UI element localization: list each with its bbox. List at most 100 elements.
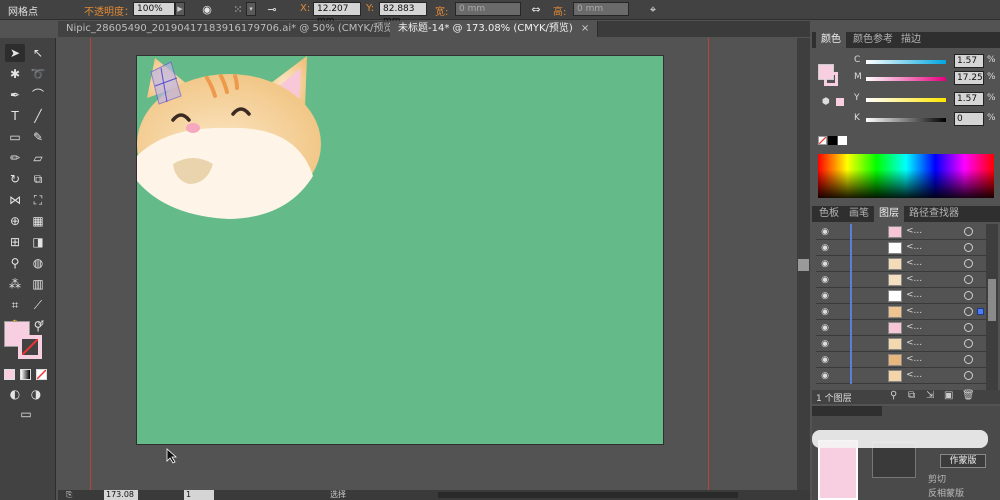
target-circle-icon[interactable] [964, 355, 973, 364]
slider-track[interactable] [866, 60, 946, 64]
layer-name[interactable]: <... [906, 322, 922, 332]
channel-value[interactable]: 1.57 [954, 54, 984, 68]
layer-name[interactable]: <... [906, 226, 922, 236]
artboard-tool-icon[interactable]: ⌗ [5, 296, 25, 314]
page-field[interactable]: 1 [184, 490, 214, 500]
slider-track[interactable] [866, 118, 946, 122]
stroke-color-swatch[interactable] [824, 72, 838, 86]
visibility-eye-icon[interactable]: ◉ [819, 370, 831, 382]
mask-thumbnail[interactable] [818, 440, 858, 500]
blend-tool-icon[interactable]: ◍ [28, 254, 48, 272]
target-circle-icon[interactable] [964, 259, 973, 268]
width-tool-icon[interactable]: ⋈ [5, 191, 25, 209]
channel-value[interactable]: 1.57 [954, 92, 984, 106]
layer-row[interactable]: ◉ <... [816, 288, 994, 304]
opacity-field[interactable]: 100% [133, 2, 175, 16]
tab-untitled-14[interactable]: 未标题-14* @ 173.08% (CMYK/预览) × [390, 21, 599, 37]
layer-name[interactable]: <... [906, 370, 922, 380]
scrollbar-thumb[interactable] [798, 259, 809, 271]
new-layer-icon[interactable]: ▣ [944, 390, 953, 401]
column-graph-icon[interactable]: ▥ [28, 275, 48, 293]
gradient-mode-icon[interactable] [20, 369, 31, 380]
symbol-sprayer-icon[interactable]: ⁂ [5, 275, 25, 293]
visibility-eye-icon[interactable]: ◉ [819, 322, 831, 334]
perspective-grid-icon[interactable]: ▦ [28, 212, 48, 230]
slice-tool-icon[interactable]: ⟋ [28, 296, 48, 314]
layer-name[interactable]: <... [906, 306, 922, 316]
opacity-dropdown[interactable]: ▶ [175, 2, 185, 16]
tab-brushes[interactable]: 画笔 [844, 206, 874, 222]
delete-layer-icon[interactable]: 🗑 [962, 390, 975, 401]
draw-behind-icon[interactable]: ◑ [26, 385, 46, 403]
eraser-icon[interactable]: ▱ [28, 149, 48, 167]
shape-builder-icon[interactable]: ⊕ [5, 212, 25, 230]
slider-yellow[interactable]: Y 1.57 % [852, 92, 998, 108]
draw-mode-icon[interactable]: ◐ [5, 385, 25, 403]
target-circle-icon[interactable] [964, 323, 973, 332]
canvas-vertical-scrollbar[interactable] [797, 38, 810, 490]
layer-row[interactable]: ◉ <... [816, 352, 994, 368]
gamut-swatch[interactable] [836, 98, 844, 106]
height-field[interactable]: 0 mm [573, 2, 629, 16]
line-tool-icon[interactable]: ╱ [28, 107, 48, 125]
target-circle-icon[interactable] [964, 291, 973, 300]
cat-illustration[interactable] [137, 56, 337, 226]
canvas-area[interactable] [58, 38, 810, 490]
make-mask-button[interactable]: 作蒙版 [940, 454, 986, 468]
visibility-eye-icon[interactable]: ◉ [819, 258, 831, 270]
target-circle-icon[interactable] [964, 243, 973, 252]
free-transform-icon[interactable]: ⛶ [28, 191, 48, 209]
new-sublayer-icon[interactable]: ⇲ [926, 390, 934, 401]
layer-name[interactable]: <... [906, 242, 922, 252]
direct-selection-tool-icon[interactable]: ↖ [28, 44, 48, 62]
target-circle-icon[interactable] [964, 275, 973, 284]
color-mode-icon[interactable] [4, 369, 15, 380]
tab-nipic-document[interactable]: Nipic_28605490_20190417183916179706.ai* … [58, 21, 423, 37]
tab-color-guide[interactable]: 颜色参考 [848, 32, 898, 48]
layer-name[interactable]: <... [906, 338, 922, 348]
pencil-icon[interactable]: ✏ [5, 149, 25, 167]
lasso-icon[interactable]: ➰ [28, 65, 48, 83]
visibility-eye-icon[interactable]: ◉ [819, 354, 831, 366]
layer-row[interactable]: ◉ <... [816, 272, 994, 288]
layer-row[interactable]: ◉ <... [816, 336, 994, 352]
scale-tool-icon[interactable]: ⧉ [28, 170, 48, 188]
mesh-tool-icon[interactable]: ⊞ [5, 233, 25, 251]
layer-row[interactable]: ◉ <... [816, 240, 994, 256]
screen-mode-icon[interactable]: ▭ [16, 405, 36, 423]
make-clipping-mask-icon[interactable]: ⧉ [908, 390, 915, 401]
clip-checkbox-label[interactable]: 剪切 [928, 472, 946, 485]
type-tool-icon[interactable]: T [5, 107, 25, 125]
rectangle-tool-icon[interactable]: ▭ [5, 128, 25, 146]
align-icon[interactable]: ⊸ [263, 2, 281, 17]
y-field[interactable]: 82.883 mm [379, 2, 427, 26]
layer-name[interactable]: <... [906, 354, 922, 364]
stroke-swatch[interactable] [18, 335, 42, 359]
pen-tool-icon[interactable]: ✒ [5, 86, 25, 104]
rotate-tool-icon[interactable]: ↻ [5, 170, 25, 188]
constrain-link-icon[interactable]: ⇔ [527, 2, 545, 17]
slider-magenta[interactable]: M 17.25 % [852, 71, 998, 87]
black-swatch[interactable] [828, 136, 837, 145]
tab-color[interactable]: 颜色 [816, 32, 846, 48]
reference-point-icon[interactable]: ⁙ [229, 2, 247, 17]
width-field[interactable]: 0 mm [455, 2, 521, 16]
tab-layers[interactable]: 图层 [874, 206, 904, 222]
curvature-tool-icon[interactable]: ⌒ [28, 86, 48, 104]
slider-cyan[interactable]: C 1.57 % [852, 54, 998, 70]
channel-value[interactable]: 0 [954, 112, 984, 126]
opacity-label[interactable]: 不透明度： [84, 3, 134, 18]
x-field[interactable]: 12.207 mm [313, 2, 361, 26]
status-mode[interactable]: 选择 [330, 490, 346, 500]
layer-row[interactable]: ◉ <... [816, 320, 994, 336]
paintbrush-icon[interactable]: ✎ [28, 128, 48, 146]
layer-row[interactable]: ◉ <... [816, 224, 994, 240]
layers-scrollbar-thumb[interactable] [988, 279, 996, 321]
none-mode-icon[interactable] [36, 369, 47, 380]
horizontal-scrollbar[interactable] [438, 492, 738, 498]
none-color-icon[interactable] [818, 136, 827, 145]
target-circle-icon[interactable] [964, 371, 973, 380]
channel-value[interactable]: 17.25 [954, 71, 984, 85]
reference-point-dropdown[interactable]: ▾ [246, 2, 256, 16]
artboard-nav-icon[interactable]: ⎘ [66, 490, 78, 500]
